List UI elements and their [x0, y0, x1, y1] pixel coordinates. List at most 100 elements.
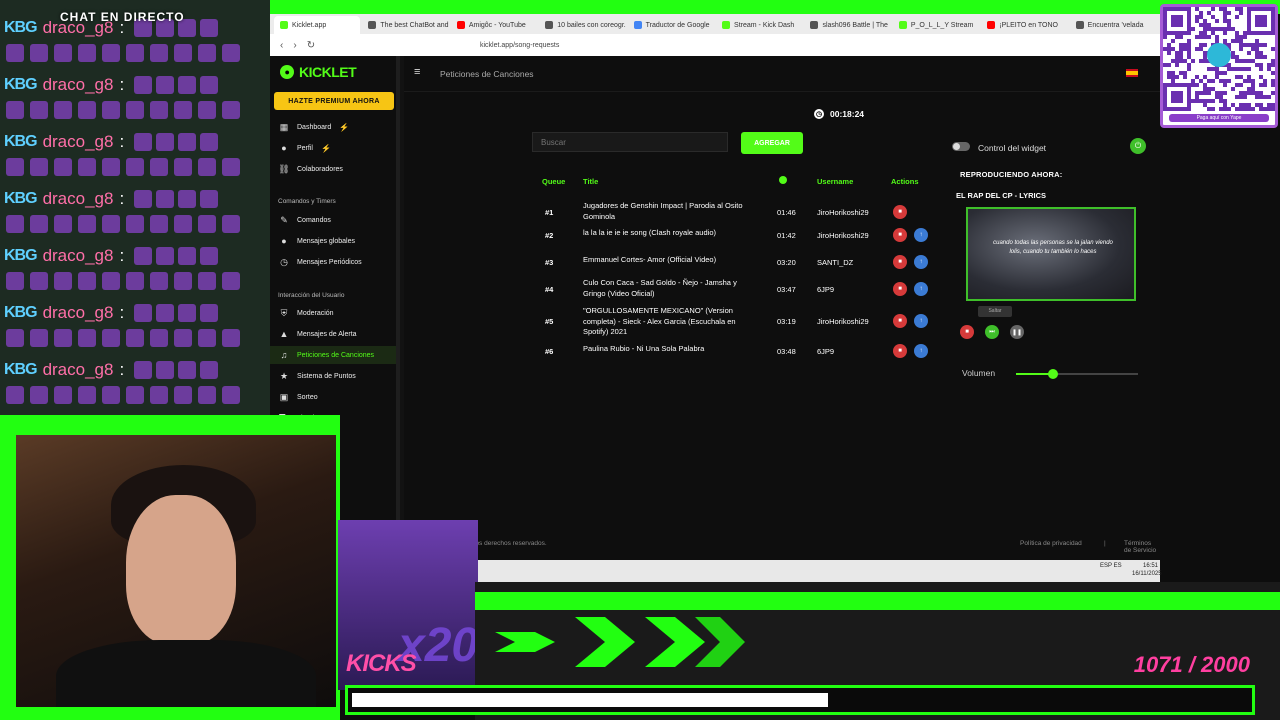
overlay-top-bar	[270, 0, 1280, 14]
browser-tab[interactable]: P_O_L_L_Y Stream	[893, 16, 979, 34]
forward-icon[interactable]: ›	[293, 40, 296, 51]
delete-icon[interactable]: ■	[893, 314, 907, 328]
delete-icon[interactable]: ■	[893, 282, 907, 296]
emote-icon	[126, 272, 144, 290]
volume-knob[interactable]	[1047, 369, 1058, 379]
back-icon[interactable]: ‹	[280, 40, 283, 51]
emote-icon	[6, 272, 24, 290]
nav-item-perfil[interactable]: ● Perfil ⚡	[270, 139, 396, 157]
chat-separator: :	[119, 360, 125, 379]
delete-icon[interactable]: ■	[893, 344, 907, 358]
nav-item-sistema[interactable]: ★ Sistema de Puntos	[270, 367, 396, 385]
address-bar[interactable]: kicklet.app/song-requests	[460, 37, 1100, 53]
skip-icon[interactable]: ⏭	[985, 325, 999, 339]
kicklet-logo[interactable]: ● KICKLET	[280, 64, 357, 80]
browser-tab[interactable]: Encuentra 'velada	[1070, 16, 1156, 34]
search-input[interactable]	[532, 132, 728, 152]
taskbar-language[interactable]: ESP ES	[1100, 562, 1122, 570]
taskbar-clock[interactable]: 16:51 16/11/2025	[1132, 562, 1162, 578]
browser-tab[interactable]: The best ChatBot and	[362, 16, 449, 34]
premium-button[interactable]: HAZTE PREMIUM AHORA	[274, 92, 394, 110]
emote-icon	[198, 158, 216, 176]
tab-label: Encuentra 'velada	[1087, 21, 1144, 29]
streamer-face	[126, 495, 236, 645]
browser-tab[interactable]: ¡PLEITO en TONO	[981, 16, 1067, 34]
delete-icon[interactable]: ■	[893, 255, 907, 269]
move-up-icon[interactable]: ↑	[914, 282, 928, 296]
clock-icon: ◷	[280, 256, 288, 267]
chat-username[interactable]: draco_g8	[43, 303, 114, 323]
video-caption: cuando todas las personas se la jalan vi…	[993, 240, 1113, 255]
chat-username[interactable]: draco_g8	[43, 75, 114, 95]
emote-icon	[174, 158, 192, 176]
clock-icon: ◷	[814, 109, 824, 119]
move-up-icon[interactable]: ↑	[914, 228, 928, 242]
emote-icon	[178, 76, 197, 94]
emote-icon	[222, 215, 240, 233]
browser-tab[interactable]: slash096 Battle | The	[804, 16, 890, 34]
emote-icon	[156, 361, 175, 379]
tab-favicon-icon	[456, 21, 465, 29]
browser-tab[interactable]: Traductor de Google	[628, 16, 714, 34]
emote-icon	[178, 361, 197, 379]
chat-username[interactable]: draco_g8	[43, 360, 114, 380]
widget-control-toggle[interactable]	[952, 142, 970, 151]
nav-item-moderación[interactable]: ⛨ Moderación	[270, 304, 396, 322]
move-up-icon[interactable]: ↑	[914, 314, 928, 328]
emote-icon	[156, 304, 175, 322]
skip-tooltip: Saltar	[978, 306, 1012, 317]
emote-icon	[78, 272, 96, 290]
row-username: SANTI_DZ	[817, 258, 854, 267]
emote-group	[134, 190, 219, 208]
terms-link[interactable]: Términos de Servicio	[1124, 540, 1160, 554]
spain-flag-icon[interactable]	[1126, 69, 1138, 77]
now-playing-video[interactable]: cuando todas las personas se la jalan vi…	[966, 207, 1136, 301]
browser-tab[interactable]: 10 bailes con coreogr.	[539, 16, 626, 34]
stop-icon[interactable]: ■	[960, 325, 974, 339]
add-song-button[interactable]: AGREGAR	[741, 132, 803, 154]
browser-tab[interactable]: Stream - Kick Dash	[716, 16, 802, 34]
chat-username[interactable]: draco_g8	[43, 189, 114, 209]
nav-item-colaboradores[interactable]: ⛓ Colaboradores	[270, 160, 396, 178]
move-up-icon[interactable]: ↑	[914, 255, 928, 269]
browser-tab[interactable]: Kicklet.app	[274, 16, 361, 34]
nav-label: Mensajes de Alerta	[297, 330, 357, 338]
volume-slider[interactable]	[1016, 369, 1138, 379]
nav-label: Colaboradores	[297, 165, 343, 173]
chat-line: KBG draco_g8:	[4, 358, 219, 382]
nav-item-comandos[interactable]: ✎ Comandos	[270, 211, 396, 229]
nav-item-dashboard[interactable]: ▦ Dashboard ⚡	[270, 118, 396, 136]
emote-icon	[222, 386, 240, 404]
emote-icon	[102, 101, 120, 119]
widget-panel: Control del widget ⏻ REPRODUCIENDO AHORA…	[952, 132, 1148, 404]
power-icon[interactable]: ⏻	[1130, 138, 1146, 154]
browser-tab[interactable]: Amigôc - YouTube	[451, 16, 537, 34]
nav-item-mensajes[interactable]: ▲ Mensajes de Alerta	[270, 325, 396, 343]
delete-icon[interactable]: ■	[893, 228, 907, 242]
chat-line: KBG draco_g8:	[4, 301, 219, 325]
menu-icon[interactable]: ≡	[414, 66, 420, 78]
delete-icon[interactable]: ■	[893, 205, 907, 219]
emote-icon	[134, 304, 153, 322]
emote-icon	[150, 272, 168, 290]
emote-row	[6, 215, 240, 233]
emote-icon	[200, 19, 219, 37]
browser-window: Kicklet.app The best ChatBot and Amigôc - …	[270, 14, 1162, 582]
reload-icon[interactable]: ↻	[307, 40, 315, 51]
chat-icon: ●	[281, 236, 287, 246]
nav-item-sorteo[interactable]: ▣ Sorteo	[270, 388, 396, 406]
emote-icon	[156, 247, 175, 265]
privacy-link[interactable]: Política de privacidad	[1020, 540, 1082, 547]
move-up-icon[interactable]: ↑	[914, 344, 928, 358]
emote-icon	[30, 386, 48, 404]
pause-icon[interactable]: ❚❚	[1010, 325, 1024, 339]
chat-badge: KBG	[4, 19, 38, 36]
chat-username[interactable]: draco_g8	[43, 246, 114, 266]
emote-row	[6, 272, 240, 290]
nav-item-mensajes[interactable]: ◷ Mensajes Periódicos	[270, 253, 396, 271]
chat-username[interactable]: draco_g8	[43, 132, 114, 152]
nav-item-mensajes[interactable]: ● Mensajes globales	[270, 232, 396, 250]
emote-icon	[54, 158, 72, 176]
emote-icon	[222, 329, 240, 347]
nav-item-peticiones[interactable]: ♫ Peticiones de Canciones	[270, 346, 396, 364]
